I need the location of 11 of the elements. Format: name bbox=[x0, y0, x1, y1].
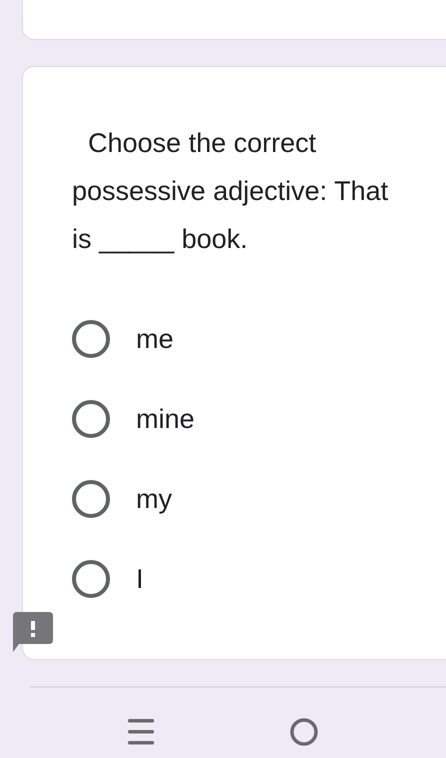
question-text: Choose the correct possessive adjective: That is _____ book. bbox=[72, 127, 390, 256]
radio-button[interactable] bbox=[72, 320, 110, 358]
home-icon[interactable] bbox=[290, 718, 318, 746]
radio-button[interactable] bbox=[72, 400, 110, 438]
radio-button[interactable] bbox=[72, 480, 110, 518]
menu-icon[interactable] bbox=[128, 718, 154, 746]
answer-option[interactable]: me bbox=[72, 299, 174, 379]
answer-option[interactable]: my bbox=[72, 459, 172, 539]
answer-option[interactable]: mine bbox=[72, 379, 195, 459]
radio-button[interactable] bbox=[72, 560, 110, 598]
answer-option[interactable]: I bbox=[72, 539, 144, 619]
